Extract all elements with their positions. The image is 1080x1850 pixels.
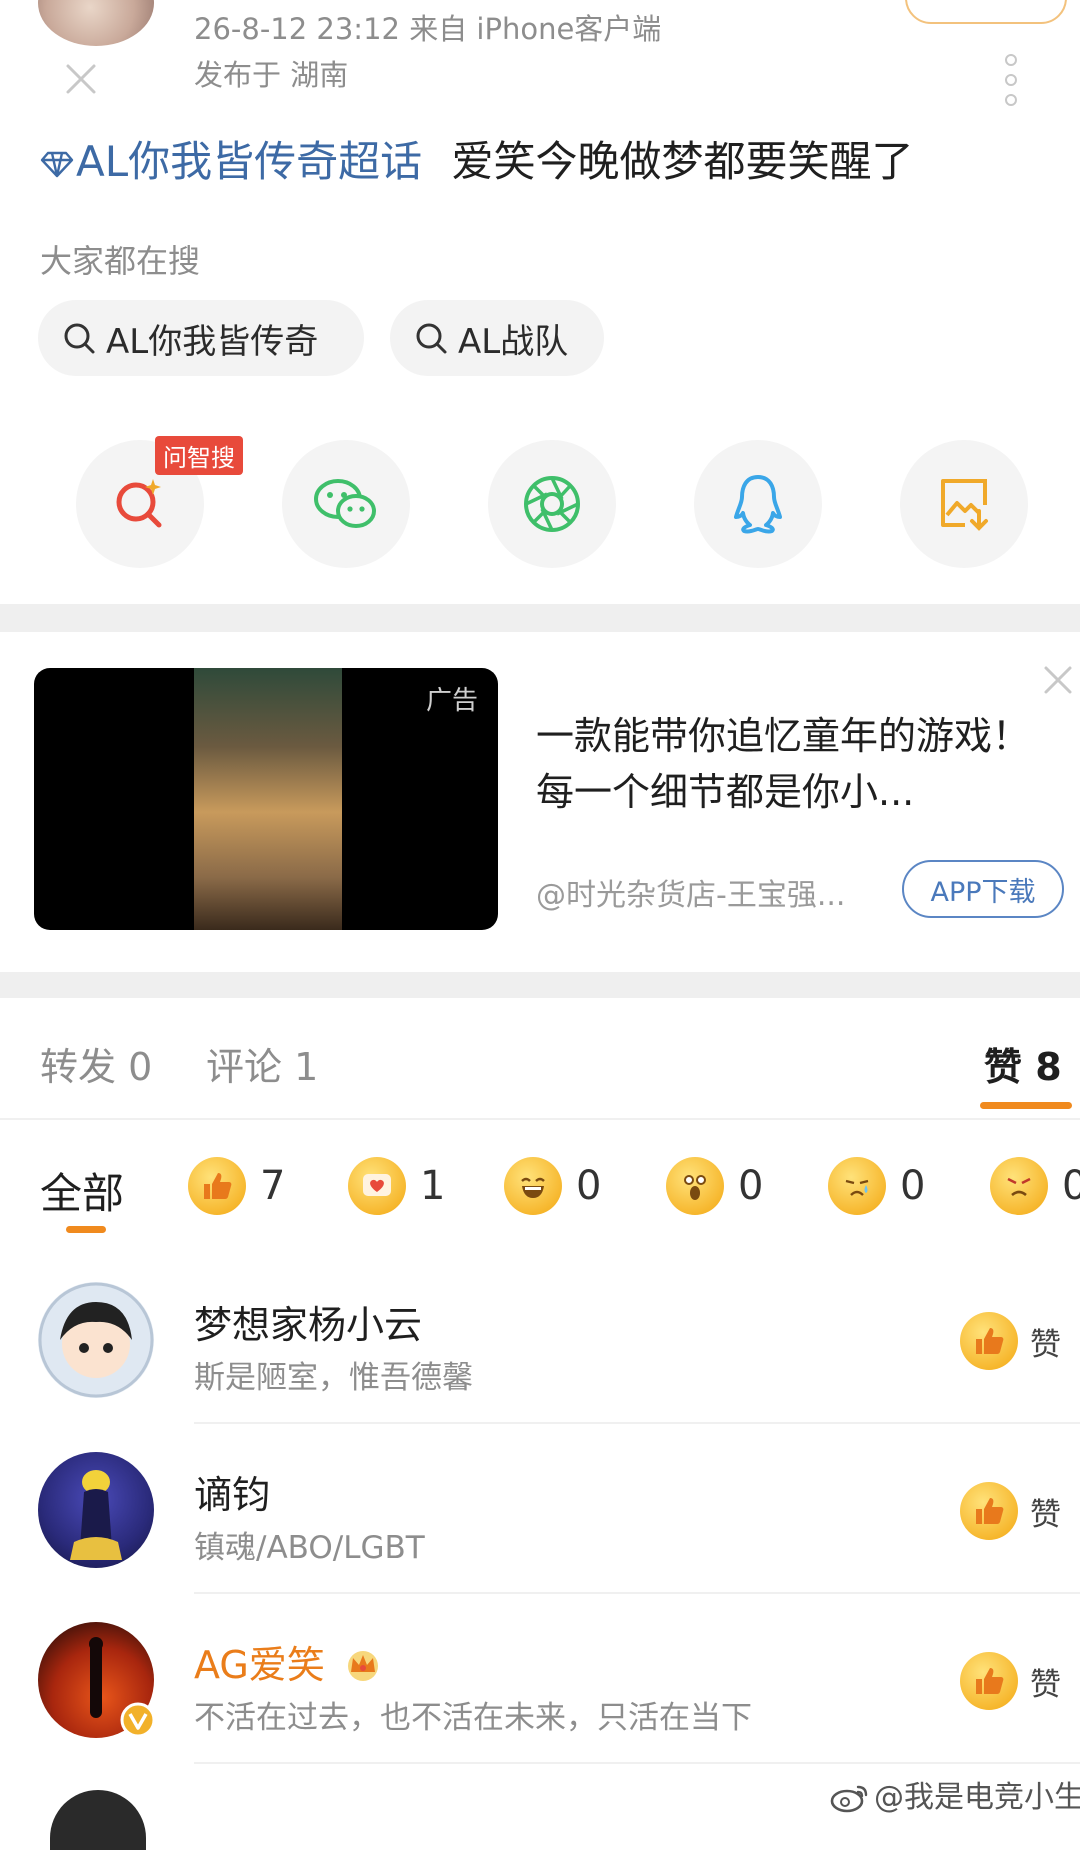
post-meta: 26-8-12 23:12 来自 iPhone客户端 [194, 12, 662, 46]
ad-video[interactable]: 广告 [34, 668, 498, 930]
crown-icon [347, 1651, 378, 1681]
section-divider [0, 604, 1080, 632]
angry-icon [990, 1157, 1048, 1215]
reaction-filter-heart[interactable]: 1 [348, 1152, 445, 1220]
like-button[interactable]: 赞 [960, 1482, 1061, 1540]
thumbs-up-icon [960, 1652, 1018, 1710]
share-wechat[interactable] [282, 440, 410, 568]
section-divider [0, 972, 1080, 998]
like-label: 赞 [1030, 1326, 1061, 1363]
more-vertical-icon[interactable] [1000, 52, 1022, 108]
avatar[interactable] [38, 1452, 154, 1568]
reaction-count: 0 [576, 1163, 602, 1209]
reaction-filter-laugh[interactable]: 0 [504, 1152, 601, 1220]
avatar[interactable] [38, 1282, 154, 1398]
thumbs-up-icon [188, 1157, 246, 1215]
like-label: 赞 [1030, 1496, 1061, 1533]
reaction-count: 0 [900, 1163, 926, 1209]
ad-source[interactable]: @时光杂货店-王宝强... [536, 870, 845, 914]
post-text: 爱笑今晚做梦都要笑醒了 [451, 137, 914, 186]
reaction-filter-all[interactable]: 全部 [40, 1160, 124, 1221]
hot-search-title: 大家都在搜 [40, 242, 201, 280]
diamond-icon [40, 151, 74, 178]
share-qq[interactable] [694, 440, 822, 568]
reaction-count: 7 [260, 1163, 286, 1209]
liker-row[interactable]: AG爱笑 不活在过去，也不活在未来，只活在当下 赞 [0, 1594, 1080, 1764]
ad-title[interactable]: 一款能带你追忆童年的游戏！每一个细节都是你小... [536, 708, 1036, 820]
sad-icon [828, 1157, 886, 1215]
hot-search-label: AL你我皆传奇 [106, 321, 319, 362]
close-icon[interactable] [60, 58, 102, 100]
post-body: AL你我皆传奇超话 爱笑今晚做梦都要笑醒了 [40, 128, 914, 189]
reaction-count: 0 [1062, 1163, 1080, 1209]
watermark: @我是电竞小生 [830, 1772, 1080, 1816]
liker-name[interactable]: 谪钧 [194, 1464, 270, 1519]
liker-bio: 斯是陋室，惟吾德馨 [194, 1360, 473, 1396]
hot-search-pill[interactable]: AL战队 [390, 300, 604, 376]
heart-face-icon [348, 1157, 406, 1215]
tab-indicator [980, 1102, 1072, 1109]
like-button[interactable]: 赞 [960, 1312, 1061, 1370]
topic-link[interactable]: AL你我皆传奇超话 [40, 137, 422, 186]
close-icon[interactable] [1040, 662, 1076, 698]
liker-bio: 不活在过去，也不活在未来，只活在当下 [194, 1700, 752, 1736]
verified-badge-icon [120, 1702, 156, 1738]
liker-row[interactable]: 梦想家杨小云 斯是陋室，惟吾德馨 赞 [0, 1254, 1080, 1424]
reaction-count: 1 [420, 1163, 446, 1209]
avatar[interactable] [50, 1790, 146, 1850]
liker-name[interactable]: AG爱笑 [194, 1634, 383, 1689]
topic-label: AL你我皆传奇超话 [76, 137, 423, 186]
watermark-text: @我是电竞小生 [874, 1780, 1080, 1815]
liker-name-text: AG爱笑 [194, 1643, 325, 1687]
like-label: 赞 [1030, 1666, 1061, 1703]
like-button[interactable]: 赞 [960, 1652, 1061, 1710]
app-download-button[interactable]: APP下载 [902, 860, 1064, 918]
weibo-logo-icon [830, 1785, 868, 1813]
search-icon [416, 323, 447, 354]
tab-repost[interactable]: 转发 0 [40, 1036, 152, 1091]
reaction-indicator [66, 1226, 106, 1233]
ai-search-badge: 问智搜 [155, 436, 243, 475]
hot-search-label: AL战队 [458, 321, 569, 362]
share-save-image[interactable] [900, 440, 1028, 568]
hot-search-pill[interactable]: AL你我皆传奇 [38, 300, 364, 376]
thumbs-up-icon [960, 1482, 1018, 1540]
wechat-icon [314, 479, 376, 528]
liker-row[interactable]: 谪钧 镇魂/ABO/LGBT 赞 [0, 1424, 1080, 1594]
post-location: 发布于 湖南 [194, 58, 349, 92]
reaction-filter-angry[interactable]: 0 [990, 1152, 1080, 1220]
qq-icon [734, 475, 782, 534]
save-image-icon [941, 479, 988, 531]
tab-comment[interactable]: 评论 1 [206, 1036, 318, 1091]
search-icon [64, 323, 95, 354]
liker-bio: 镇魂/ABO/LGBT [194, 1530, 425, 1566]
moments-icon [524, 476, 580, 532]
liker-name[interactable]: 梦想家杨小云 [194, 1294, 422, 1349]
divider [0, 1118, 1080, 1120]
ad-tag: 广告 [425, 686, 478, 716]
share-moments[interactable] [488, 440, 616, 568]
reaction-count: 0 [738, 1163, 764, 1209]
author-avatar[interactable] [38, 0, 154, 46]
reaction-filter-sad[interactable]: 0 [828, 1152, 925, 1220]
follow-button[interactable] [905, 0, 1067, 24]
reaction-filter-like[interactable]: 7 [188, 1152, 285, 1220]
surprised-icon [666, 1157, 724, 1215]
ad-thumbnail [194, 668, 342, 930]
laugh-icon [504, 1157, 562, 1215]
divider [194, 1762, 1080, 1764]
thumbs-up-icon [960, 1312, 1018, 1370]
tab-like[interactable]: 赞 8 [984, 1036, 1062, 1091]
ai-search-icon [116, 479, 162, 528]
reaction-filter-surprised[interactable]: 0 [666, 1152, 763, 1220]
